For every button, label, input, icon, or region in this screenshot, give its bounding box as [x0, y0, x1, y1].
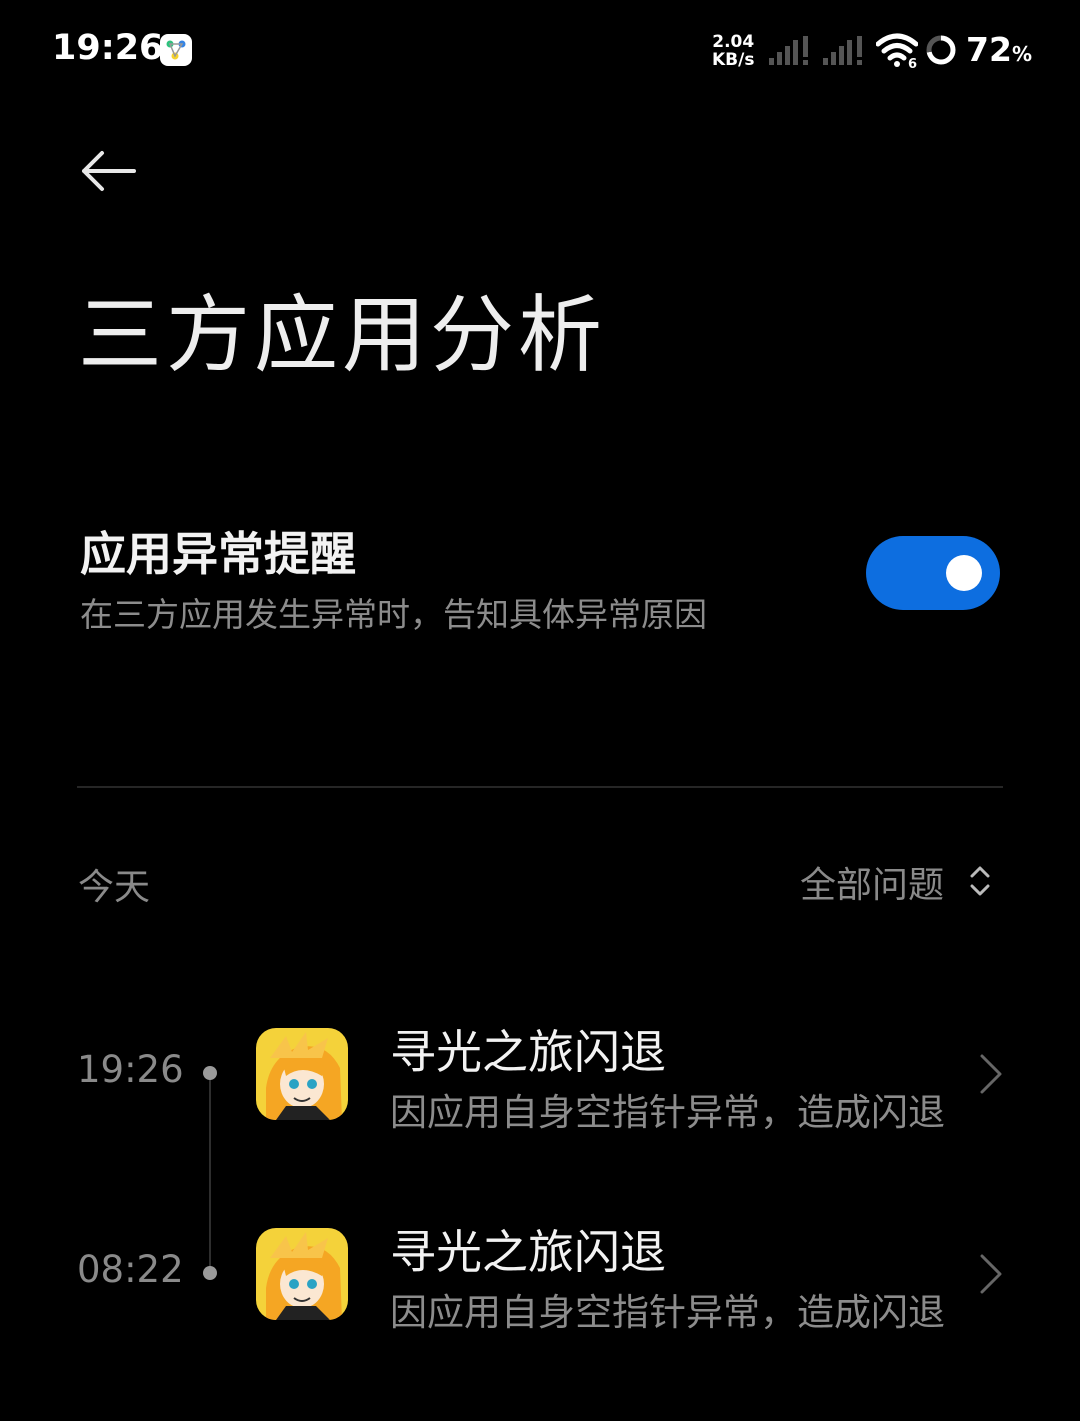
entry-description: 因应用自身空指针异常，造成闪退 [390, 1091, 945, 1134]
battery-ring-icon [926, 35, 956, 65]
notification-app-icon [160, 34, 192, 66]
exception-reminder-toggle[interactable] [866, 536, 1000, 610]
entry-title: 寻光之旅闪退 [390, 1225, 666, 1279]
entry-time: 19:26 [77, 1048, 184, 1091]
game-app-icon [256, 1228, 348, 1320]
network-speed: 2.04 KB/s [712, 33, 754, 69]
chevron-right-icon [980, 1054, 1002, 1094]
page-title: 三方应用分析 [78, 286, 607, 384]
back-arrow-icon[interactable] [76, 146, 140, 196]
battery-level-unit: % [1011, 42, 1032, 66]
setting-description: 在三方应用发生异常时，告知具体异常原因 [80, 595, 707, 634]
list-item[interactable]: 08:22 寻光之旅闪退 因应用自身空指针异常，造成闪退 [0, 1225, 1080, 1358]
cell-signal-2-icon [823, 36, 862, 65]
network-speed-value: 2.04 [712, 32, 755, 52]
network-speed-unit: KB/s [712, 50, 755, 70]
setting-app-exception-reminder[interactable]: 应用异常提醒 在三方应用发生异常时，告知具体异常原因 [0, 510, 1080, 650]
status-time: 19:26 [52, 28, 164, 68]
wifi-icon: 6 [876, 33, 918, 68]
cell-signal-1-icon [769, 36, 808, 65]
chevron-right-icon [980, 1254, 1002, 1294]
divider [77, 786, 1003, 788]
wifi-badge: 6 [908, 57, 917, 68]
sort-updown-icon[interactable] [968, 864, 992, 898]
section-date-label: 今天 [78, 867, 151, 908]
timeline-dot [203, 1266, 217, 1280]
entry-time: 08:22 [77, 1248, 184, 1291]
list-item[interactable]: 19:26 寻光之旅闪退 因应用自身空指针异常，造成闪退 [0, 1025, 1080, 1158]
setting-title: 应用异常提醒 [80, 527, 356, 581]
status-bar: 19:26 2.04 KB/s 6 72% [0, 0, 1080, 100]
entry-description: 因应用自身空指针异常，造成闪退 [390, 1291, 945, 1334]
issue-filter-dropdown[interactable]: 全部问题 [800, 856, 944, 908]
toggle-knob [946, 555, 982, 591]
battery-level: 72% [966, 30, 1032, 69]
timeline-dot [203, 1066, 217, 1080]
battery-level-value: 72 [966, 30, 1012, 69]
game-app-icon [256, 1028, 348, 1120]
entry-title: 寻光之旅闪退 [390, 1025, 666, 1079]
